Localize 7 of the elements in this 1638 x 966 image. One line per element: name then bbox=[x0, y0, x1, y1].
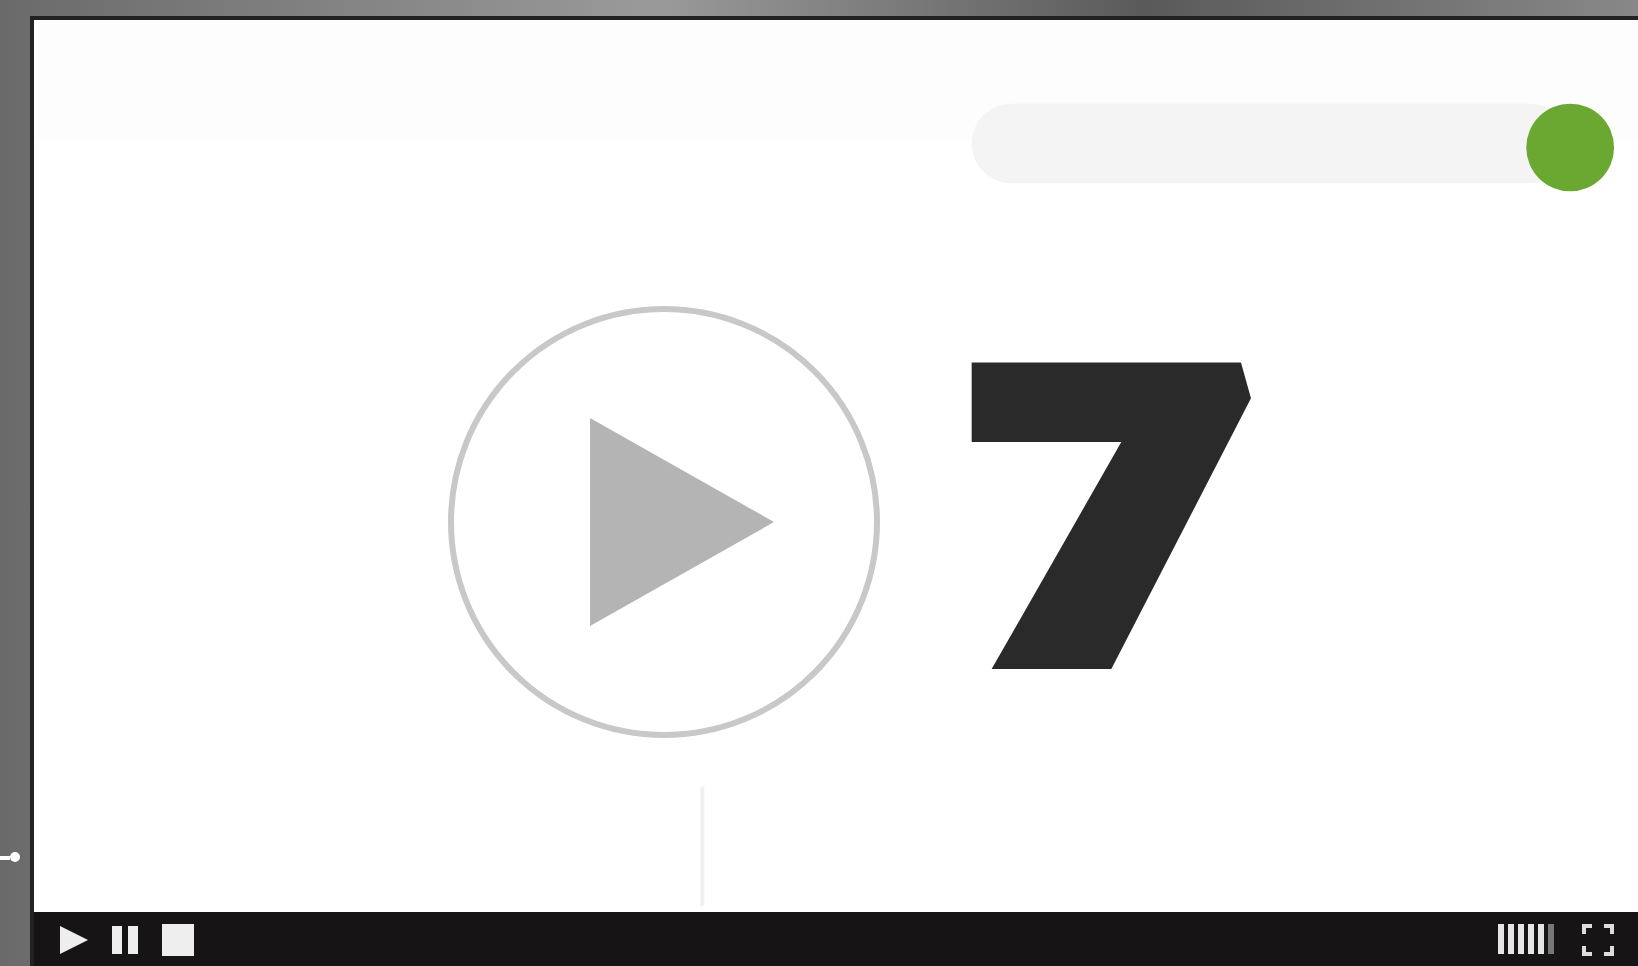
slider-handle-icon[interactable] bbox=[0, 852, 20, 862]
pause-button[interactable] bbox=[110, 923, 142, 955]
play-button[interactable] bbox=[58, 923, 90, 955]
volume-meter[interactable] bbox=[1498, 924, 1554, 954]
stop-button[interactable] bbox=[162, 923, 194, 955]
play-icon bbox=[590, 418, 774, 626]
fullscreen-button[interactable] bbox=[1582, 923, 1614, 955]
